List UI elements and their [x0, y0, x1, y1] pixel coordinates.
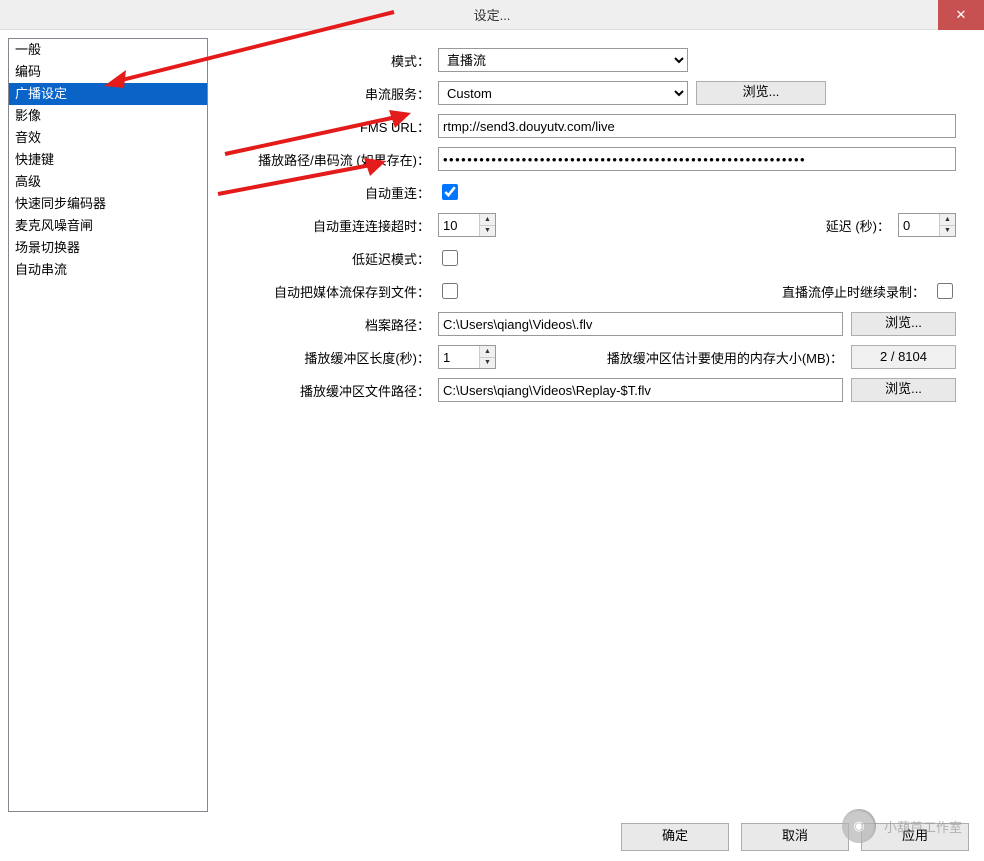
- sidebar-item-encoding[interactable]: 编码: [9, 61, 207, 83]
- filepath-label: 档案路径：: [238, 315, 438, 334]
- mode-label: 模式：: [238, 51, 438, 70]
- buflen-input[interactable]: [439, 346, 479, 368]
- ok-button[interactable]: 确定: [621, 823, 729, 851]
- sidebar-item-quicksync[interactable]: 快速同步编码器: [9, 193, 207, 215]
- autoreconnect-label: 自动重连：: [238, 183, 438, 202]
- autoreconnect-checkbox[interactable]: [442, 184, 458, 200]
- fms-url-label: FMS URL：: [238, 117, 438, 136]
- close-icon: ✕: [956, 7, 967, 23]
- browse-filepath-button[interactable]: 浏览...: [851, 312, 956, 336]
- sidebar-item-scene-switcher[interactable]: 场景切换器: [9, 237, 207, 259]
- spin-down-icon[interactable]: ▼: [940, 226, 955, 237]
- close-button[interactable]: ✕: [938, 0, 984, 30]
- mem-label: 播放缓冲区估计要使用的内存大小(MB)：: [504, 348, 843, 367]
- replay-label: 播放缓冲区文件路径：: [238, 381, 438, 400]
- sidebar-item-advanced[interactable]: 高级: [9, 171, 207, 193]
- lowlatency-checkbox[interactable]: [442, 250, 458, 266]
- spin-up-icon[interactable]: ▲: [480, 346, 495, 358]
- buflen-stepper[interactable]: ▲▼: [438, 345, 496, 369]
- lowlatency-label: 低延迟模式：: [238, 249, 438, 268]
- service-label: 串流服务：: [238, 84, 438, 103]
- retry-label: 自动重连连接超时：: [238, 216, 438, 235]
- sidebar-item-broadcast[interactable]: 广播设定: [9, 83, 207, 105]
- sidebar-item-hotkeys[interactable]: 快捷键: [9, 149, 207, 171]
- fms-url-input[interactable]: [438, 114, 956, 138]
- playpath-label: 播放路径/串码流 (如果存在)：: [238, 150, 438, 169]
- buflen-label: 播放缓冲区长度(秒)：: [238, 348, 438, 367]
- spin-up-icon[interactable]: ▲: [480, 214, 495, 226]
- service-select[interactable]: Custom: [438, 81, 688, 105]
- sidebar-item-autostream[interactable]: 自动串流: [9, 259, 207, 281]
- delay-label: 延迟 (秒)：: [826, 216, 890, 235]
- filepath-input[interactable]: [438, 312, 843, 336]
- delay-input[interactable]: [899, 214, 939, 236]
- savefile-checkbox[interactable]: [442, 283, 458, 299]
- replay-input[interactable]: [438, 378, 843, 402]
- delay-stepper[interactable]: ▲▼: [898, 213, 956, 237]
- sidebar-item-noisegate[interactable]: 麦克风噪音闸: [9, 215, 207, 237]
- watermark-text: 小葫芦工作室: [884, 817, 962, 836]
- sidebar-item-general[interactable]: 一般: [9, 39, 207, 61]
- retry-input[interactable]: [439, 214, 479, 236]
- keeprec-label: 直播流停止时继续录制：: [782, 282, 925, 301]
- wechat-icon: ◉: [842, 809, 876, 843]
- retry-stepper[interactable]: ▲▼: [438, 213, 496, 237]
- spin-down-icon[interactable]: ▼: [480, 226, 495, 237]
- window-title: 设定...: [474, 5, 511, 24]
- sidebar-item-audio[interactable]: 音效: [9, 127, 207, 149]
- settings-form: 模式： 直播流 串流服务： Custom 浏览... FMS URL： 播放路径…: [208, 38, 976, 802]
- sidebar-item-video[interactable]: 影像: [9, 105, 207, 127]
- browse-replay-button[interactable]: 浏览...: [851, 378, 956, 402]
- spin-down-icon[interactable]: ▼: [480, 358, 495, 369]
- cancel-button[interactable]: 取消: [741, 823, 849, 851]
- playpath-input[interactable]: [438, 147, 956, 171]
- watermark: ◉ 小葫芦工作室: [842, 809, 962, 843]
- mem-value: 2 / 8104: [851, 345, 956, 369]
- savefile-label: 自动把媒体流保存到文件：: [238, 282, 438, 301]
- keeprec-checkbox[interactable]: [937, 283, 953, 299]
- mode-select[interactable]: 直播流: [438, 48, 688, 72]
- spin-up-icon[interactable]: ▲: [940, 214, 955, 226]
- browse-service-button[interactable]: 浏览...: [696, 81, 826, 105]
- sidebar: 一般 编码 广播设定 影像 音效 快捷键 高级 快速同步编码器 麦克风噪音闸 场…: [8, 38, 208, 812]
- titlebar: 设定... ✕: [0, 0, 984, 30]
